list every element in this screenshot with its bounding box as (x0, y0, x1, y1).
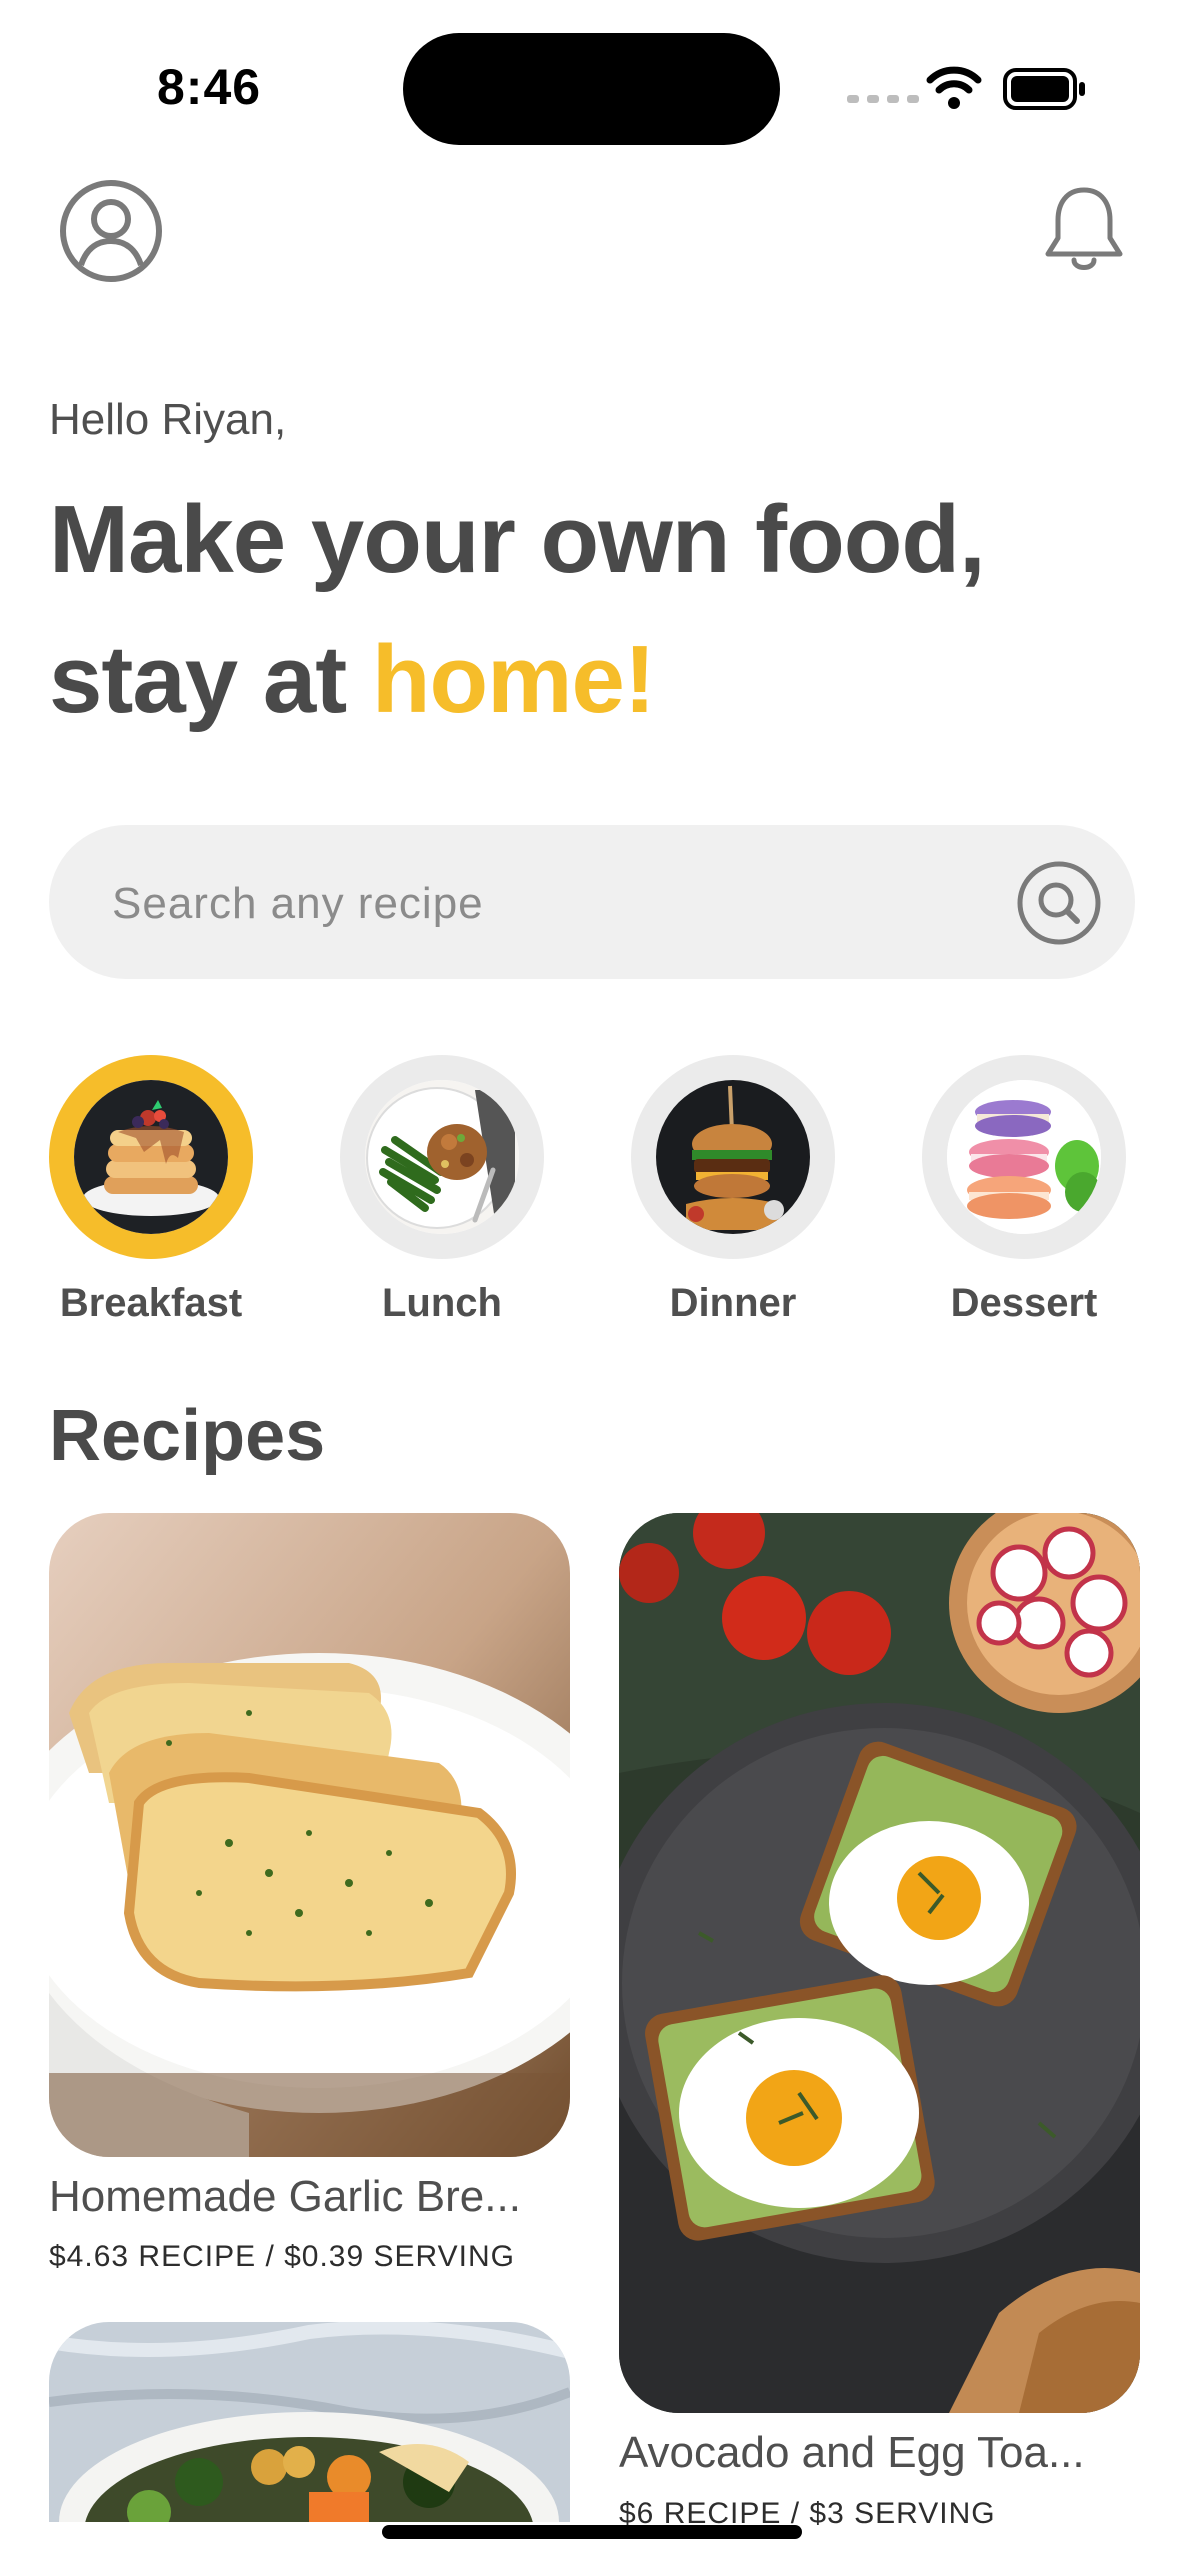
category-breakfast[interactable]: Breakfast (49, 1055, 281, 1326)
category-dinner[interactable]: Dinner (631, 1055, 863, 1326)
home-indicator[interactable] (382, 2525, 802, 2539)
category-label: Breakfast (59, 1281, 243, 1325)
headline-prefix: stay at (49, 626, 372, 733)
category-label: Lunch (382, 1281, 502, 1325)
status-time: 8:46 (157, 59, 262, 115)
pancakes-image (74, 1080, 228, 1234)
category-label: Dinner (669, 1281, 797, 1325)
search-input[interactable]: Search any recipe (112, 879, 484, 929)
headline-accent: home! (371, 626, 656, 733)
recipe-image-bowl[interactable] (49, 2322, 570, 2522)
category-ring (340, 1055, 544, 1259)
profile-icon[interactable] (59, 179, 163, 283)
category-ring (631, 1055, 835, 1259)
dynamic-island (403, 33, 780, 145)
page-headline: Make your own food, stay at home! (49, 470, 986, 750)
recipe-image-garlic-bread[interactable] (49, 1513, 570, 2157)
recipes-section-title: Recipes (49, 1396, 326, 1476)
category-dessert[interactable]: Dessert (922, 1055, 1154, 1326)
burger-image (656, 1080, 810, 1234)
recipe-image-avocado-toast[interactable] (619, 1513, 1140, 2413)
category-ring (49, 1055, 253, 1259)
bell-icon[interactable] (1042, 184, 1126, 274)
category-lunch[interactable]: Lunch (340, 1055, 572, 1326)
cellular-signal-icon (847, 95, 919, 103)
category-label: Dessert (950, 1281, 1098, 1325)
macarons-image (947, 1080, 1101, 1234)
recipe-title[interactable]: Homemade Garlic Bre... (49, 2172, 521, 2222)
lunch-plate-image (365, 1080, 519, 1234)
greeting-text: Hello Riyan, (49, 395, 287, 444)
headline-line-2: stay at home! (49, 610, 985, 750)
search-icon[interactable] (1016, 860, 1102, 946)
wifi-icon (926, 66, 982, 109)
category-ring (922, 1055, 1126, 1259)
recipe-price: $4.63 RECIPE / $0.39 SERVING (49, 2240, 516, 2273)
recipe-title[interactable]: Avocado and Egg Toa... (619, 2428, 1085, 2478)
headline-line-1: Make your own food, (49, 486, 986, 593)
battery-icon (1003, 68, 1085, 110)
